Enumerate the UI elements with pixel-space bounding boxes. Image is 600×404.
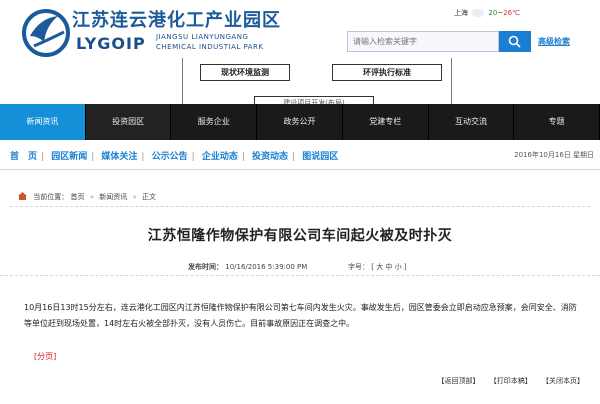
font-size-label: 字号：: [348, 263, 369, 271]
subnav-investment-news[interactable]: 投资动态: [252, 152, 288, 162]
article-actions: 【返回顶部】 【打印本稿】 【关闭本页】: [430, 376, 584, 386]
publish-time-label: 发布时间：: [188, 263, 223, 271]
publish-time: 发布时间： 10/16/2016 5:39:00 PM: [188, 262, 307, 272]
pagination-marker: [分页]: [34, 352, 57, 361]
weather-temp-high: 26℃: [503, 9, 520, 17]
site-title: 江苏连云港化工产业园区: [72, 10, 281, 31]
breadcrumb-arrow: »: [89, 193, 94, 201]
print-link[interactable]: 【打印本稿】: [490, 377, 532, 385]
brand-english-line1: JIANGSU LIANYUNGANG: [156, 33, 249, 41]
park-logo-icon[interactable]: [20, 6, 72, 58]
breadcrumb-arrow: »: [132, 193, 137, 201]
nav-item-services[interactable]: 服务企业: [171, 104, 258, 140]
article-meta: 发布时间： 10/16/2016 5:39:00 PM 字号： [ 大 中 小 …: [0, 258, 600, 276]
subnav-park-news[interactable]: 园区新闻: [51, 152, 87, 162]
breadcrumb-news[interactable]: 新闻资讯: [99, 193, 127, 201]
advanced-search-link[interactable]: 高级检索: [538, 36, 570, 47]
search-icon: [508, 35, 521, 48]
brand-english-line2: CHEMICAL INDUSTIAL PARK: [156, 43, 264, 51]
search-input[interactable]: [347, 31, 499, 52]
nav-item-invest[interactable]: 投资园区: [85, 104, 172, 140]
site-header: 江苏连云港化工产业园区 LYGOIP JIANGSU LIANYUNGANG C…: [0, 0, 600, 104]
current-date: 2016年10月16日 星期日: [514, 151, 594, 159]
nav-item-gov[interactable]: 政务公开: [257, 104, 343, 140]
flow-box-project: 建设项目开发(布局): [254, 96, 374, 104]
subnav-enterprise-news[interactable]: 企业动态: [202, 152, 238, 162]
breadcrumb-label: 当前位置：: [33, 193, 69, 201]
nav-item-party[interactable]: 党建专栏: [343, 104, 429, 140]
breadcrumb-home[interactable]: 首页: [70, 193, 84, 201]
brand-short-name: LYGOIP: [76, 34, 146, 53]
flow-diagram-banner: 现状环境监测 环评执行标准 建设项目开发(布局): [182, 58, 452, 104]
subnav-home[interactable]: 首 页: [10, 152, 37, 162]
subnav-media[interactable]: 媒体关注: [101, 152, 137, 162]
subnav-announcements[interactable]: 公示公告: [152, 152, 188, 162]
font-size-control: 字号： [ 大 中 小 ]: [348, 262, 407, 272]
article-body: 10月16日13时15分左右，连云港化工园区内江苏恒隆作物保护有限公司第七车间内…: [24, 303, 577, 328]
breadcrumb-current: 正文: [142, 193, 156, 201]
home-icon: [18, 192, 27, 200]
nav-item-interaction[interactable]: 互动交流: [429, 104, 515, 140]
weather-widget: 上海 20~26℃: [454, 8, 520, 18]
publish-time-value: 10/16/2016 5:39:00 PM: [225, 263, 308, 271]
breadcrumb: 当前位置： 首页 » 新闻资讯 » 正文: [10, 187, 590, 207]
article-title: 江苏恒隆作物保护有限公司车间起火被及时扑灭: [147, 228, 453, 244]
nav-item-topics[interactable]: 专题: [514, 104, 600, 140]
subnav-photo-park[interactable]: 图说园区: [302, 152, 338, 162]
flow-box-monitoring: 现状环境监测: [200, 64, 290, 81]
flow-box-standard: 环评执行标准: [332, 64, 442, 81]
weather-temp-low: 20: [488, 9, 498, 17]
font-size-options[interactable]: [ 大 中 小 ]: [371, 263, 406, 271]
search-button[interactable]: [499, 31, 531, 52]
weather-city: 上海: [453, 9, 468, 17]
back-to-top-link[interactable]: 【返回顶部】: [438, 377, 480, 385]
sub-navigation: 首 页 | 园区新闻 | 媒体关注 | 公示公告 | 企业动态 | 投资动态 | 图说园区 …: [0, 140, 600, 170]
main-navigation: 新闻资讯 投资园区 服务企业 政务公开 党建专栏 互动交流 专题: [0, 104, 600, 140]
sub-nav-links: 首 页 | 园区新闻 | 媒体关注 | 公示公告 | 企业动态 | 投资动态 | 图说园区: [10, 152, 339, 162]
cloud-icon: [472, 9, 485, 17]
close-page-link[interactable]: 【关闭本页】: [542, 377, 584, 385]
nav-item-news[interactable]: 新闻资讯: [0, 104, 86, 140]
